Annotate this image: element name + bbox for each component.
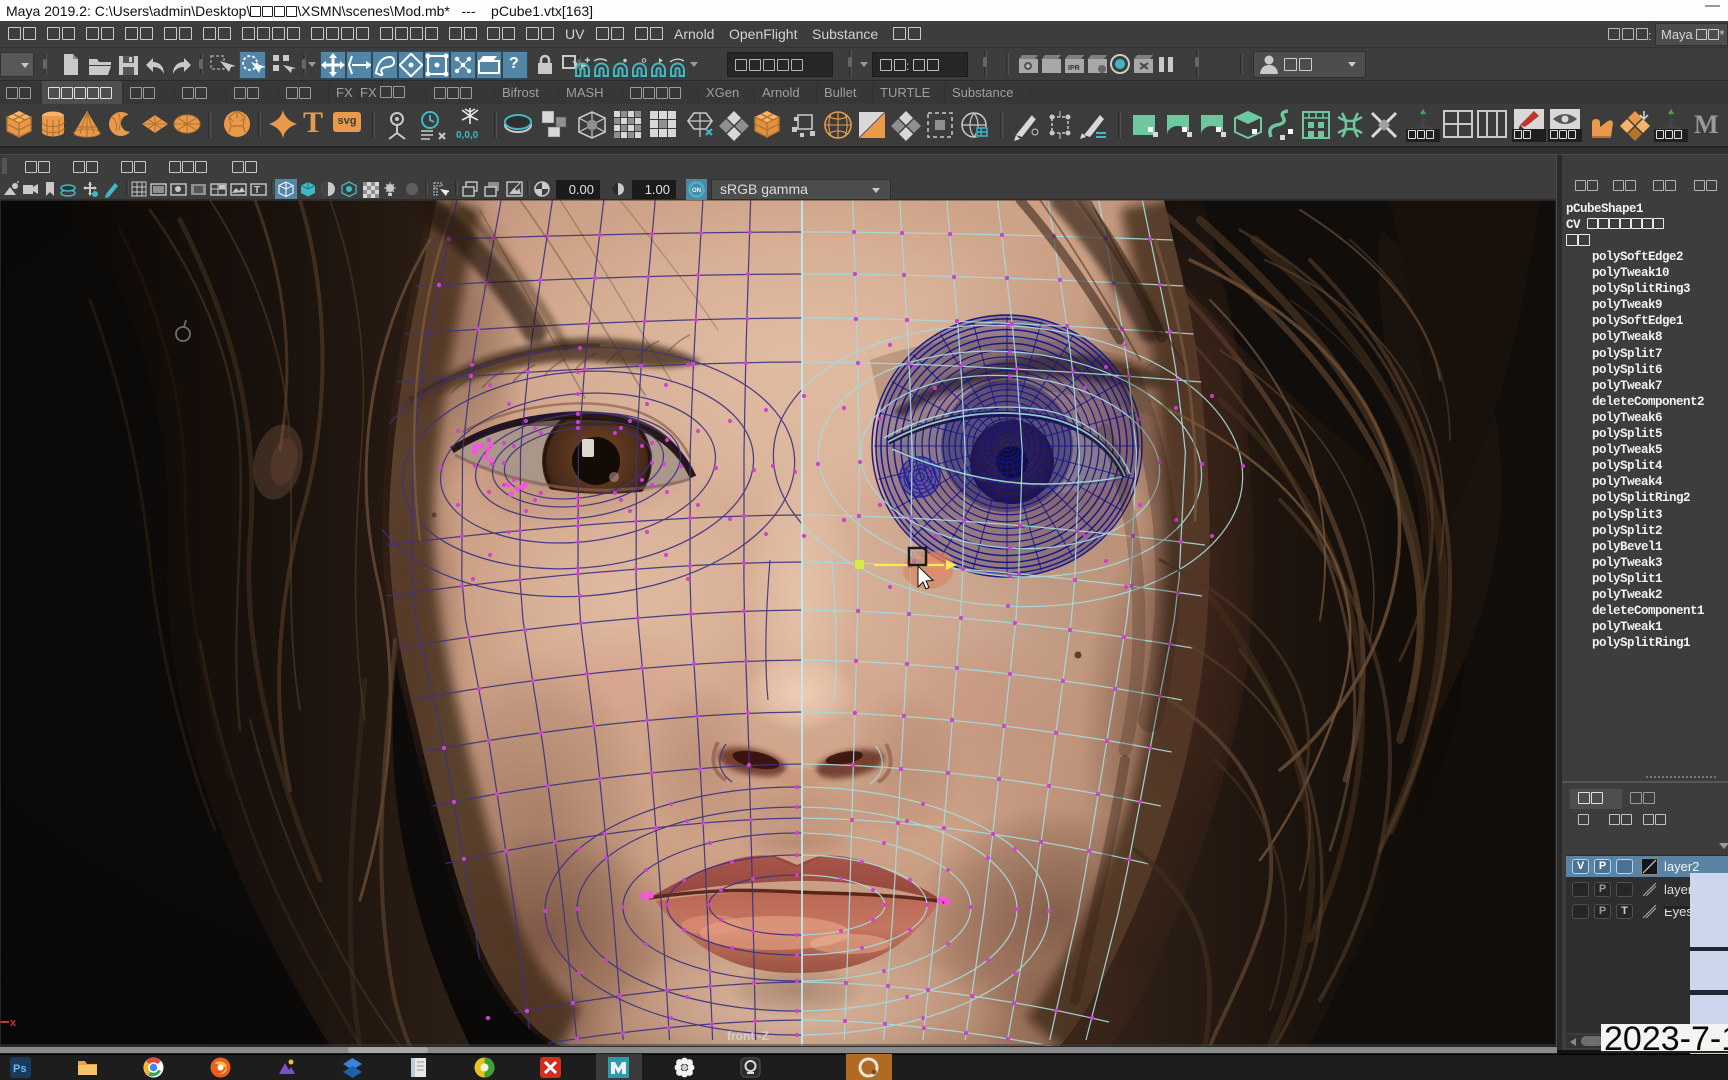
svg-text:ON: ON: [692, 188, 701, 194]
svg-text:x: x: [10, 1017, 17, 1029]
svg-text:0,0,0: 0,0,0: [456, 130, 479, 141]
svg-text:Ps: Ps: [13, 1063, 26, 1075]
svg-text:T: T: [254, 185, 260, 196]
svg-text:front -Z: front -Z: [727, 1029, 769, 1043]
svg-text:IPR: IPR: [1068, 65, 1080, 72]
